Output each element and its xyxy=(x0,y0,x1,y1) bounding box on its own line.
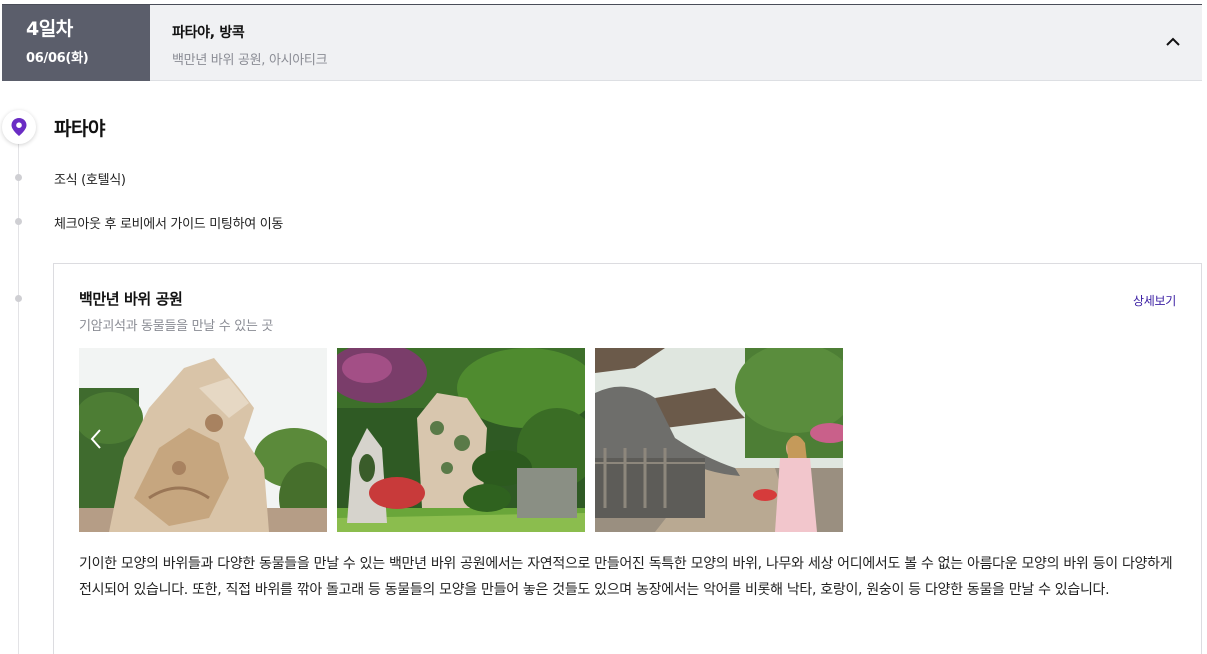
place-subtitle: 기암괴석과 동물들을 만날 수 있는 곳 xyxy=(79,319,274,334)
timeline-dot xyxy=(15,295,22,302)
day-number: 4일차 xyxy=(26,18,73,40)
timeline-city-title: 파타야 xyxy=(54,118,105,140)
place-description: 기이한 모양의 바위들과 다양한 동물들을 만날 수 있는 백만년 바위 공원에… xyxy=(79,556,1173,598)
day-date: 06/06(화) xyxy=(26,51,89,66)
day-badge: 4일차 06/06(화) xyxy=(2,5,150,81)
day-city: 파타야, 방콕 xyxy=(172,25,245,41)
place-photo-rock[interactable] xyxy=(79,348,327,532)
timeline-step: 조식 (호텔식) xyxy=(54,173,126,188)
location-pin-icon xyxy=(2,110,36,144)
place-photo-elephant[interactable] xyxy=(595,348,843,532)
timeline-dot xyxy=(15,218,22,225)
day-places: 백만년 바위 공원, 아시아티크 xyxy=(172,53,328,68)
timeline-step: 체크아웃 후 로비에서 가이드 미팅하여 이동 xyxy=(54,217,284,232)
place-title: 백만년 바위 공원 xyxy=(79,290,183,308)
detail-link[interactable]: 상세보기 xyxy=(1133,292,1176,309)
place-card: 백만년 바위 공원 기암괴석과 동물들을 만날 수 있는 곳 상세보기 기이한 … xyxy=(53,263,1202,654)
day-summary[interactable]: 파타야, 방콕 백만년 바위 공원, 아시아티크 xyxy=(150,5,1202,81)
day-header[interactable]: 4일차 06/06(화) 파타야, 방콕 백만년 바위 공원, 아시아티크 xyxy=(2,4,1202,81)
place-photo-garden[interactable] xyxy=(337,348,585,532)
chevron-left-icon[interactable] xyxy=(87,426,105,452)
chevron-up-icon[interactable] xyxy=(1162,31,1184,53)
timeline-dot xyxy=(15,174,22,181)
